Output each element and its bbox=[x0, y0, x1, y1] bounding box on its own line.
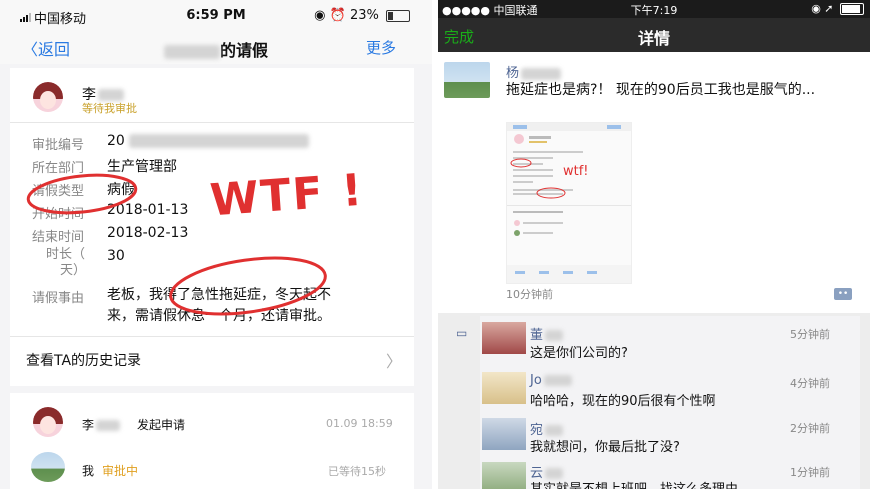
comment-text: 这是你们公司的? bbox=[530, 346, 628, 361]
commenter-avatar[interactable] bbox=[482, 372, 526, 404]
battery-icon bbox=[840, 3, 864, 15]
commenter-name[interactable]: Jo bbox=[530, 373, 572, 388]
post-author-avatar[interactable] bbox=[444, 62, 490, 98]
clock: 下午7:19 bbox=[630, 4, 678, 17]
left-screenshot: 中国移动 6:59 PM ◉ ⏰ 23% 〈返回 的请假 更多 李 等待我审批 … bbox=[0, 0, 432, 489]
flow-applicant-name: 李 bbox=[82, 416, 121, 433]
status-right: ◉ ➚ bbox=[811, 2, 864, 15]
wtf-annotation: WTF ! bbox=[208, 164, 366, 227]
flow-applicant-action: 发起申请 bbox=[137, 418, 186, 432]
nav-bar: 完成 详情 bbox=[438, 18, 870, 52]
chevron-right-icon: 〉 bbox=[385, 352, 402, 371]
comment-time: 2分钟前 bbox=[790, 422, 830, 435]
status-bar: ●●●●● 中国联通 下午7:19 ◉ ➚ bbox=[438, 0, 870, 18]
post-time: 10分钟前 bbox=[506, 288, 553, 301]
comment-icon: ▭ bbox=[456, 326, 468, 340]
divider bbox=[10, 336, 414, 337]
comment-text: 其实就是不想上班吧，找这么多理由 bbox=[530, 478, 738, 489]
comment-text: 哈哈哈，现在的90后很有个性啊 bbox=[530, 394, 716, 409]
post-author-name[interactable]: 杨 bbox=[506, 62, 562, 81]
flow-avatar-me bbox=[31, 452, 65, 482]
flow-me-name: 我 bbox=[82, 464, 95, 478]
comment-time: 4分钟前 bbox=[790, 377, 830, 390]
commenter-avatar[interactable] bbox=[482, 462, 526, 489]
flow-me-time: 已等待15秒 bbox=[328, 465, 386, 478]
comment-button[interactable]: •• bbox=[834, 288, 852, 300]
comment-text: 我就想问，你最后批了没? bbox=[530, 440, 680, 455]
svg-text:wtf!: wtf! bbox=[563, 164, 589, 179]
flow-avatar-applicant bbox=[33, 407, 63, 437]
commenter-avatar[interactable] bbox=[482, 418, 526, 450]
commenter-name[interactable]: 董 bbox=[530, 324, 564, 343]
flow-applicant-time: 01.09 18:59 bbox=[326, 417, 393, 430]
comment-time: 5分钟前 bbox=[790, 328, 830, 341]
page-title: 详情 bbox=[637, 29, 670, 48]
mini-screenshot: wtf! bbox=[507, 123, 631, 283]
commenter-avatar[interactable] bbox=[482, 322, 526, 354]
history-link[interactable]: 查看TA的历史记录 bbox=[26, 350, 141, 370]
post-image-thumbnail[interactable]: wtf! bbox=[506, 122, 632, 284]
right-screenshot: ●●●●● 中国联通 下午7:19 ◉ ➚ 完成 详情 杨 拖延症也是病?！ 现… bbox=[438, 0, 870, 489]
comment-time: 1分钟前 bbox=[790, 466, 830, 479]
flow-me-action: 审批中 bbox=[102, 464, 139, 478]
post-text: 拖延症也是病?！ 现在的90后员工我也是服气的... bbox=[506, 82, 816, 98]
